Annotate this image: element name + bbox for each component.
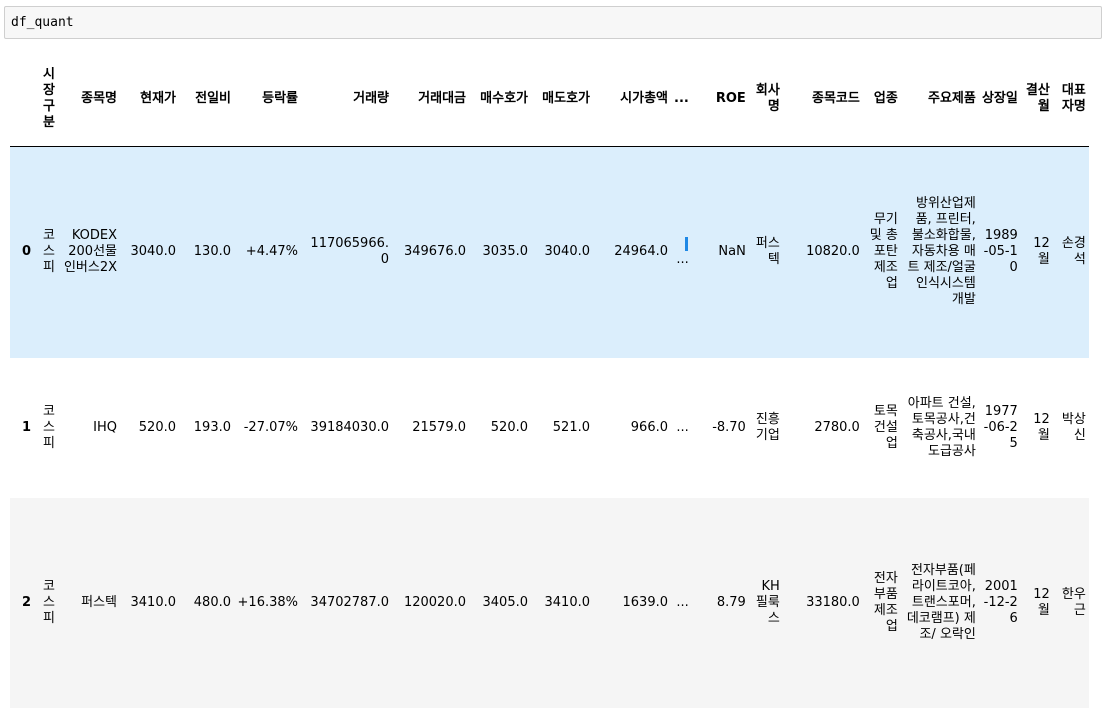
ellipsis-cell: ... <box>676 594 689 610</box>
table-cell: 박상신 <box>1061 411 1086 443</box>
table-cell: 966.0 <box>630 419 668 435</box>
text-cursor <box>684 236 688 251</box>
column-header: 현재가 <box>120 52 179 147</box>
table-cell: 3035.0 <box>482 244 529 260</box>
column-header: 매수호가 <box>469 52 531 147</box>
row-index: 2 <box>21 594 31 610</box>
table-cell: 193.0 <box>193 419 231 435</box>
table-cell: 10820.0 <box>806 244 860 260</box>
column-header: ... <box>671 52 692 147</box>
table-cell: 코스피 <box>43 578 55 626</box>
table-cell: 3410.0 <box>544 594 591 610</box>
column-header: 회사명 <box>748 52 783 147</box>
dataframe-output: 시장구분 종목명 현재가 전일비 등락률 거래량 거래대금 매수호가 매도호가 … <box>10 52 1089 708</box>
table-cell: 34702787.0 <box>310 594 389 610</box>
table-cell: 전자부품 제조업 <box>873 570 898 634</box>
table-cell: 1977-06-25 <box>983 403 1018 451</box>
table-cell: 3405.0 <box>482 594 529 610</box>
table-cell: 130.0 <box>193 244 231 260</box>
table-cell: 손경석 <box>1061 236 1086 268</box>
index-header <box>10 52 34 147</box>
table-cell: 24964.0 <box>614 244 668 260</box>
table-cell: 코스피 <box>43 403 55 451</box>
ellipsis-cell: ... <box>676 419 689 435</box>
ellipsis-text: ... <box>676 252 689 268</box>
table-cell: KODEX 200선물인버스2X <box>63 228 117 276</box>
table-cell: 3040.0 <box>544 244 591 260</box>
table-cell: 120020.0 <box>403 594 466 610</box>
column-header: 전일비 <box>179 52 234 147</box>
table-cell: 33180.0 <box>806 594 860 610</box>
table-cell: NaN <box>718 244 746 260</box>
table-cell: KH 필룩스 <box>755 578 780 626</box>
table-cell: 3410.0 <box>130 594 177 610</box>
table-cell: 방위산업제품, 프린터, 불소화합물,자동차용 매트 제조/얼굴인식시스템 개발 <box>907 196 976 308</box>
code-cell-input[interactable]: df_quant <box>4 6 1102 39</box>
ellipsis-cell: ... <box>671 147 692 358</box>
table-row[interactable]: 2 코스피 퍼스텍 3410.0 480.0 +16.38% 34702787.… <box>10 497 1089 708</box>
table-cell: 아파트 건설,토목공사,건축공사,국내도급공사 <box>907 395 976 459</box>
table-cell: 520.0 <box>138 419 176 435</box>
table-cell: +16.38% <box>237 594 298 610</box>
column-header: 매도호가 <box>531 52 593 147</box>
table-cell: 퍼스텍 <box>81 594 117 610</box>
table-cell: 진흥기업 <box>755 411 780 443</box>
table-cell: 전자부품(페라이트코아,트랜스포머,데코램프) 제조/ 오락인 <box>906 562 976 642</box>
table-cell: -8.70 <box>712 419 746 435</box>
table-cell: 12월 <box>1033 586 1050 618</box>
table-cell: 117065966.0 <box>310 236 389 268</box>
table-cell: -27.07% <box>243 419 298 435</box>
table-cell: 12월 <box>1033 411 1050 443</box>
column-header: ROE <box>691 52 749 147</box>
column-header: 시장구분 <box>34 52 58 147</box>
table-cell: 480.0 <box>193 594 231 610</box>
table-cell: 무기 및 총포탄 제조업 <box>869 212 898 292</box>
table-cell: 520.0 <box>490 419 528 435</box>
table-cell: 한우근 <box>1061 586 1086 618</box>
table-cell: 2001-12-26 <box>983 578 1018 626</box>
row-index: 1 <box>21 419 31 435</box>
table-cell: 21579.0 <box>412 419 466 435</box>
table-cell: 349676.0 <box>403 244 466 260</box>
column-header: 업종 <box>862 52 901 147</box>
column-header: 결산월 <box>1020 52 1053 147</box>
table-cell: 토목 건설업 <box>873 403 898 451</box>
column-header: 대표자명 <box>1052 52 1089 147</box>
table-row[interactable]: 0 코스피 KODEX 200선물인버스2X 3040.0 130.0 +4.4… <box>10 146 1089 358</box>
table-cell: 코스피 <box>43 228 55 276</box>
column-header: 종목코드 <box>782 52 863 147</box>
row-index: 0 <box>21 244 31 260</box>
column-header: 등락률 <box>234 52 301 147</box>
dataframe-table: 시장구분 종목명 현재가 전일비 등락률 거래량 거래대금 매수호가 매도호가 … <box>10 52 1089 708</box>
column-header: 종목명 <box>58 52 120 147</box>
table-row[interactable]: 1 코스피 IHQ 520.0 193.0 -27.07% 39184030.0… <box>10 357 1089 498</box>
table-cell: +4.47% <box>245 244 298 260</box>
table-cell: 1989-05-10 <box>983 228 1018 276</box>
table-cell: 521.0 <box>552 419 590 435</box>
column-header: 거래량 <box>301 52 392 147</box>
column-header: 거래대금 <box>392 52 469 147</box>
code-text: df_quant <box>11 15 74 30</box>
table-cell: 3040.0 <box>130 244 177 260</box>
table-cell: IHQ <box>93 419 117 435</box>
table-cell: 8.79 <box>716 594 746 610</box>
table-cell: 2780.0 <box>814 419 860 435</box>
header-row: 시장구분 종목명 현재가 전일비 등락률 거래량 거래대금 매수호가 매도호가 … <box>10 52 1089 147</box>
table-cell: 39184030.0 <box>310 419 389 435</box>
table-cell: 12월 <box>1033 236 1050 268</box>
column-header: 시가총액 <box>593 52 671 147</box>
table-cell: 퍼스텍 <box>755 236 780 268</box>
column-header: 상장일 <box>978 52 1021 147</box>
column-header: 주요제품 <box>900 52 979 147</box>
table-cell: 1639.0 <box>622 594 669 610</box>
